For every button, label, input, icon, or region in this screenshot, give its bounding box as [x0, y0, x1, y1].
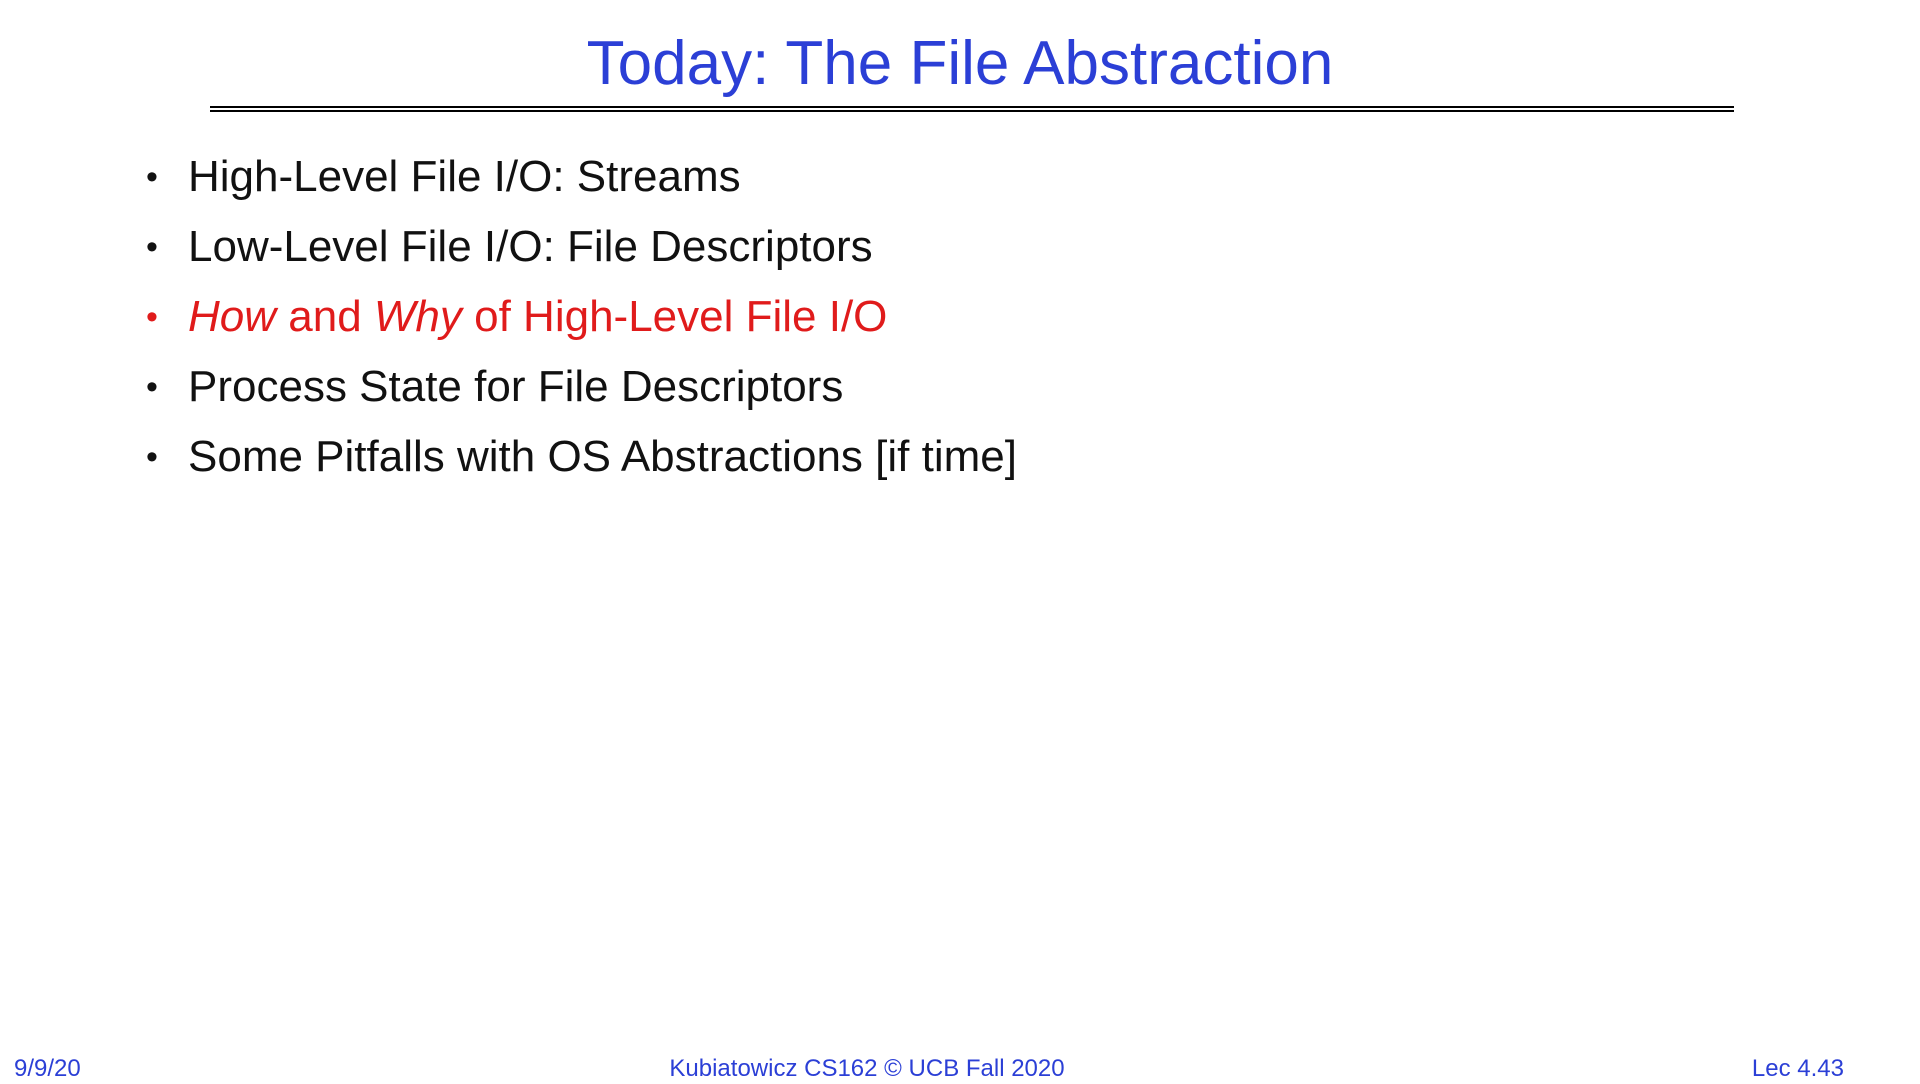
bullet-item-low-level-io: • Low-Level File I/O: File Descriptors: [146, 218, 1017, 288]
bullet-text: Process State for File Descriptors: [188, 362, 844, 411]
bullet-icon: •: [146, 228, 158, 266]
bullet-icon: •: [146, 298, 158, 336]
bullet-emphasis-how: How: [188, 292, 277, 341]
bullet-icon: •: [146, 438, 158, 476]
bullet-list: • High-Level File I/O: Streams • Low-Level…: [146, 148, 1017, 498]
bullet-emphasis-why: Why: [373, 292, 462, 341]
title-divider: [210, 106, 1734, 112]
bullet-item-process-state: • Process State for File Descriptors: [146, 358, 1017, 428]
bullet-text: High-Level File I/O: Streams: [188, 152, 741, 201]
bullet-icon: •: [146, 368, 158, 406]
bullet-text-rest: of High-Level File I/O: [461, 292, 888, 341]
bullet-item-how-and-why: • How and Why of High-Level File I/O: [146, 288, 1017, 358]
bullet-icon: •: [146, 158, 158, 196]
slide-title: Today: The File Abstraction: [586, 29, 1334, 98]
bullet-item-pitfalls: • Some Pitfalls with OS Abstractions [if …: [146, 428, 1017, 498]
bullet-text: Some Pitfalls with OS Abstractions [if t…: [188, 432, 1017, 481]
bullet-text: Low-Level File I/O: File Descriptors: [188, 222, 873, 271]
bullet-item-high-level-io: • High-Level File I/O: Streams: [146, 148, 1017, 218]
bullet-text-and: and: [276, 292, 374, 341]
